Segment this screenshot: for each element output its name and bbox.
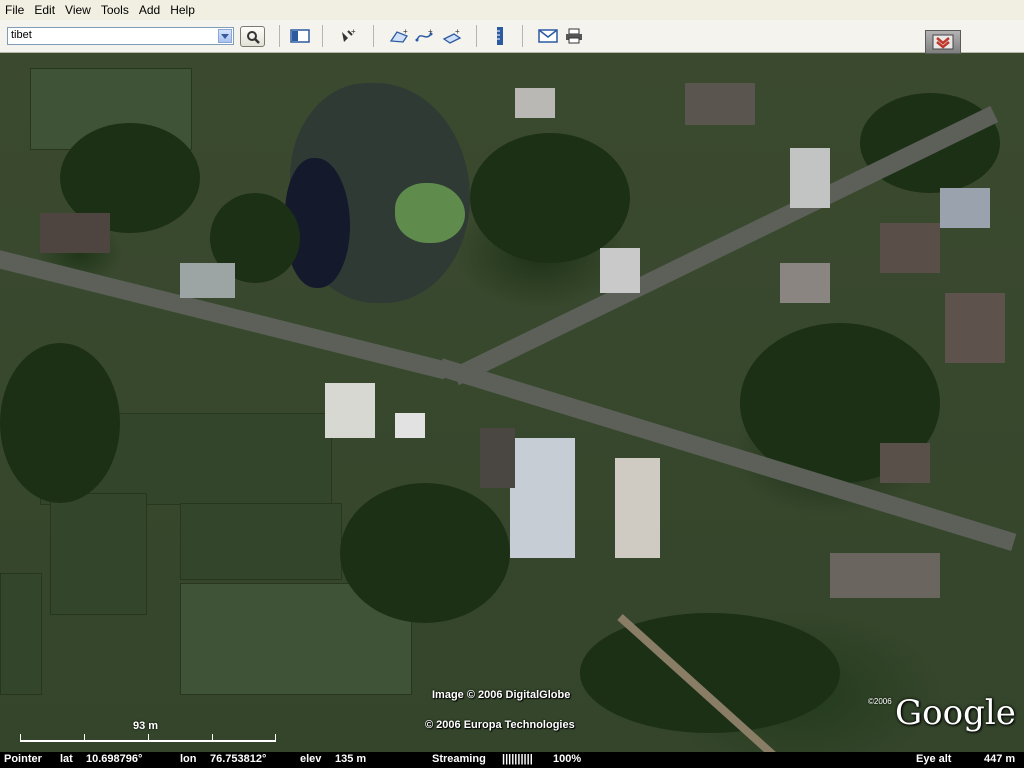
lat-value: 10.698796° xyxy=(86,753,143,765)
map-building xyxy=(685,83,755,125)
data-attribution: © 2006 Europa Technologies xyxy=(425,719,575,731)
sidebar-icon xyxy=(290,29,310,43)
map-building xyxy=(615,458,660,558)
streaming-label: Streaming xyxy=(432,753,486,765)
add-path-button[interactable]: + xyxy=(415,27,435,45)
map-building xyxy=(510,438,575,558)
map-trees xyxy=(0,343,120,503)
scale-tick xyxy=(84,734,85,742)
search-input-value: tibet xyxy=(11,29,32,41)
menu-edit[interactable]: Edit xyxy=(29,3,60,17)
map-trees xyxy=(580,613,840,733)
map-trees xyxy=(340,483,510,623)
lon-value: 76.753812° xyxy=(210,753,267,765)
scale-tick xyxy=(212,734,213,742)
print-button[interactable] xyxy=(564,27,584,45)
svg-text:+: + xyxy=(428,28,433,36)
map-building xyxy=(830,553,940,598)
map-field xyxy=(180,503,342,580)
map-building xyxy=(880,443,930,483)
placemark-icon: + xyxy=(342,28,356,42)
search-dropdown-button[interactable] xyxy=(218,29,232,43)
search-input[interactable]: tibet xyxy=(7,27,234,45)
svg-text:+: + xyxy=(455,28,460,36)
map-field xyxy=(50,493,147,615)
polygon-icon: + xyxy=(389,28,408,43)
map-field xyxy=(0,573,42,695)
search-icon xyxy=(246,30,260,44)
map-building xyxy=(480,428,515,488)
map-building xyxy=(40,213,110,253)
map-building xyxy=(600,248,640,293)
toolbar-separator xyxy=(322,25,323,47)
toolbar-separator xyxy=(522,25,523,47)
sidebar-toggle-button[interactable] xyxy=(290,27,310,45)
menu-bar: File Edit View Tools Add Help xyxy=(0,0,1024,20)
navigation-toggle-icon xyxy=(932,34,954,50)
navigation-toggle-button[interactable] xyxy=(925,30,961,54)
toolbar: tibet + + + + xyxy=(0,20,1024,53)
chevron-down-icon xyxy=(221,33,229,39)
map-building xyxy=(790,148,830,208)
map-building xyxy=(515,88,555,118)
map-building xyxy=(780,263,830,303)
map-building xyxy=(325,383,375,438)
map-pond-algae xyxy=(395,183,465,243)
eye-alt-value: 447 m xyxy=(984,753,1016,765)
elev-value: 135 m xyxy=(335,753,367,765)
map-trees xyxy=(470,133,630,263)
svg-text:+: + xyxy=(351,28,356,36)
eye-alt-label: Eye alt xyxy=(916,753,952,765)
toolbar-separator xyxy=(476,25,477,47)
status-bar: Pointer lat 10.698796° lon 76.753812° el… xyxy=(0,752,1024,768)
add-polygon-button[interactable]: + xyxy=(389,27,409,45)
path-icon: + xyxy=(415,28,433,42)
elev-label: elev xyxy=(300,753,322,765)
menu-help[interactable]: Help xyxy=(165,3,200,17)
scale-tick xyxy=(275,734,276,742)
scale-bar: 93 m xyxy=(20,720,278,748)
google-logo: Google xyxy=(895,693,1016,733)
scale-tick xyxy=(20,734,21,742)
image-overlay-icon: + xyxy=(442,28,462,44)
pointer-label: Pointer xyxy=(4,753,42,765)
toolbar-separator xyxy=(279,25,280,47)
add-placemark-button[interactable]: + xyxy=(338,27,358,45)
menu-view[interactable]: View xyxy=(60,3,96,17)
scale-tick xyxy=(148,734,149,742)
lon-label: lon xyxy=(180,753,197,765)
scale-label: 93 m xyxy=(133,720,159,732)
satellite-map-view[interactable]: Image © 2006 DigitalGlobe © 2006 Europa … xyxy=(0,53,1024,752)
map-building xyxy=(940,188,990,228)
menu-add[interactable]: Add xyxy=(134,3,165,17)
map-building xyxy=(880,223,940,273)
streaming-percent: 100% xyxy=(553,753,582,765)
map-building xyxy=(395,413,425,438)
svg-text:+: + xyxy=(403,28,408,36)
lat-label: lat xyxy=(60,753,73,765)
map-building xyxy=(945,293,1005,363)
google-logo-year: ©2006 xyxy=(868,697,892,706)
email-icon xyxy=(538,29,558,43)
print-icon xyxy=(566,28,582,44)
add-image-overlay-button[interactable]: + xyxy=(442,27,462,45)
email-button[interactable] xyxy=(538,27,558,45)
streaming-progress: |||||||||| xyxy=(502,753,533,765)
toolbar-separator xyxy=(373,25,374,47)
menu-tools[interactable]: Tools xyxy=(96,3,134,17)
search-button[interactable] xyxy=(240,26,265,47)
ruler-button[interactable] xyxy=(490,27,510,45)
imagery-attribution: Image © 2006 DigitalGlobe xyxy=(432,689,571,701)
menu-file[interactable]: File xyxy=(0,3,29,17)
map-building xyxy=(180,263,235,298)
ruler-icon xyxy=(497,27,503,45)
